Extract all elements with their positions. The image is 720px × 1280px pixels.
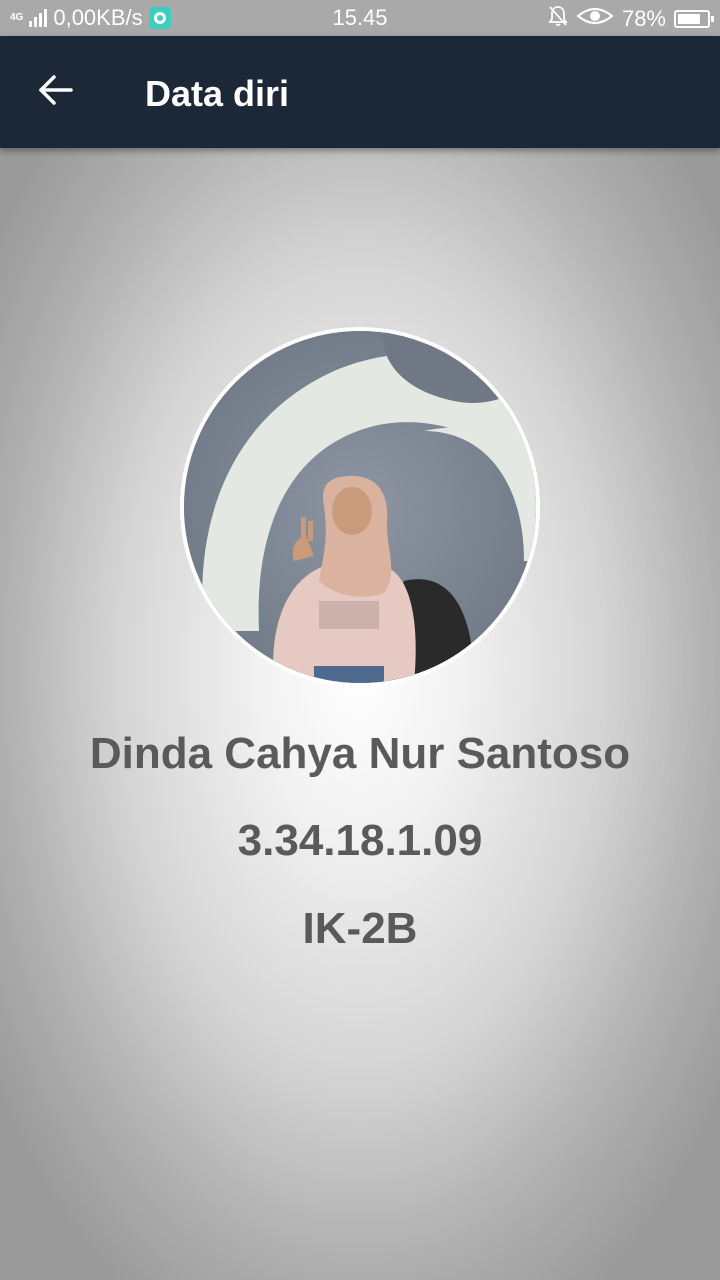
eye-icon: [576, 6, 614, 32]
status-right: 78%: [548, 5, 714, 33]
arrow-left-icon: [38, 74, 74, 111]
back-button[interactable]: [28, 64, 84, 120]
app-bar: Data diri: [0, 36, 720, 148]
student-name: Dinda Cahya Nur Santoso: [89, 729, 631, 778]
battery-level: [678, 14, 700, 24]
page-title: Data diri: [145, 73, 290, 114]
student-class: IK-2B: [302, 904, 418, 953]
mute-bell-icon: [548, 5, 568, 33]
student-id: 3.34.18.1.09: [237, 816, 483, 865]
status-bar: 4G 0,00KB/s 15.45 78%: [0, 0, 720, 36]
battery-percent: 78%: [621, 6, 666, 31]
profile-photo: [184, 331, 536, 683]
battery-icon: [674, 10, 714, 28]
avatar: [180, 327, 540, 687]
